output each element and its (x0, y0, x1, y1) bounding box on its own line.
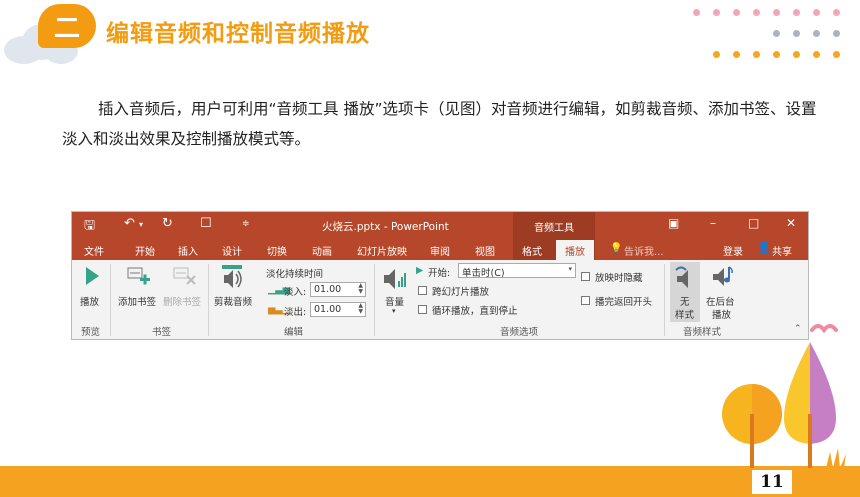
redo-icon[interactable]: ↻ (162, 216, 173, 231)
maximize-icon[interactable]: □ (748, 216, 759, 230)
volume-button[interactable]: 音量 (385, 294, 404, 308)
tab-design[interactable]: 设计 (222, 243, 242, 258)
tab-transitions[interactable]: 切换 (267, 243, 287, 258)
play-in-background-line1[interactable]: 在后台 (706, 294, 735, 308)
title-bar: 🖫 ↶ ▾ ↻ ☐ ≑ 火烧云.pptx - PowerPoint 音频工具 ▣… (72, 212, 808, 238)
fade-in-label: 淡入: (284, 287, 307, 298)
tree-decoration (722, 324, 846, 468)
start-icon: ▶ (416, 265, 424, 276)
start-from-beginning-icon[interactable]: ☐ (200, 216, 212, 231)
trim-audio-icon[interactable] (220, 264, 246, 292)
play-button[interactable]: 播放 (80, 294, 99, 308)
tab-file[interactable]: 文件 (84, 243, 104, 258)
powerpoint-window: 🖫 ↶ ▾ ↻ ☐ ≑ 火烧云.pptx - PowerPoint 音频工具 ▣… (71, 211, 809, 340)
fade-out-label: 淡出: (284, 307, 307, 318)
tab-playback[interactable]: 播放 (556, 240, 594, 260)
close-icon[interactable]: ✕ (786, 216, 796, 230)
tell-me-box[interactable]: 告诉我... (624, 243, 664, 258)
ribbon: 播放 预览 添加书签 删除书签 书签 剪裁音频 淡化持续时间 ▁▃▅ 淡入: 0… (72, 260, 808, 339)
group-label-editing: 编辑 (284, 327, 304, 338)
volume-icon[interactable] (382, 266, 408, 292)
dot-pattern-decoration (0, 0, 860, 70)
start-dropdown[interactable]: 单击时(C) ▾ (458, 263, 576, 279)
window-title: 火烧云.pptx - PowerPoint (322, 221, 449, 233)
trim-audio-button[interactable]: 剪裁音频 (214, 294, 252, 308)
loop-checkbox[interactable] (418, 305, 427, 314)
share-icon[interactable]: 👤 (757, 241, 771, 254)
rewind-label: 播完返回开头 (595, 297, 653, 308)
tab-animations[interactable]: 动画 (312, 243, 332, 258)
tab-view[interactable]: 视图 (475, 243, 495, 258)
hide-during-show-label: 放映时隐藏 (595, 273, 643, 284)
loop-label: 循环播放，直到停止 (432, 306, 518, 317)
group-label-preview: 预览 (81, 327, 101, 338)
customize-qat-icon[interactable]: ≑ (242, 219, 250, 229)
lightbulb-icon: 💡 (610, 243, 623, 254)
play-icon[interactable] (84, 266, 100, 286)
undo-icon[interactable]: ↶ (124, 216, 135, 231)
minimize-icon[interactable]: – (710, 216, 716, 230)
remove-bookmark-button: 删除书签 (163, 297, 202, 308)
body-paragraph-text: 插入音频后，用户可利用“音频工具 播放”选项卡（见图）对音频进行编辑，如剪裁音频… (62, 100, 817, 148)
play-in-background-icon[interactable] (711, 264, 737, 290)
group-label-audio-options: 音频选项 (500, 327, 539, 338)
ribbon-tab-bar: 文件 开始 插入 设计 切换 动画 幻灯片放映 审阅 视图 格式 播放 💡 告诉… (72, 238, 808, 260)
add-bookmark-button[interactable]: 添加书签 (118, 294, 156, 308)
context-tab-group-label: 音频工具 (513, 212, 595, 238)
fade-duration-label: 淡化持续时间 (266, 269, 324, 280)
ribbon-display-options-icon[interactable]: ▣ (668, 216, 679, 230)
tab-home[interactable]: 开始 (135, 243, 155, 258)
group-label-audio-styles: 音频样式 (683, 327, 722, 338)
body-paragraph: 插入音频后，用户可利用“音频工具 播放”选项卡（见图）对音频进行编辑，如剪裁音频… (62, 94, 822, 154)
fade-out-spinner[interactable]: 01.00 ▲ ▼ (310, 302, 366, 317)
volume-dropdown-icon[interactable]: ▾ (392, 307, 396, 315)
tab-format[interactable]: 格式 (522, 243, 542, 258)
play-across-slides-checkbox[interactable] (418, 286, 427, 295)
start-label: 开始: (428, 268, 451, 279)
rewind-checkbox[interactable] (581, 296, 590, 305)
remove-bookmark-icon (173, 267, 196, 285)
undo-dropdown-icon[interactable]: ▾ (139, 220, 143, 229)
tab-review[interactable]: 审阅 (430, 243, 450, 258)
hide-during-show-checkbox[interactable] (581, 272, 590, 281)
no-style-icon[interactable] (673, 264, 697, 290)
add-bookmark-icon[interactable] (126, 266, 152, 288)
chevron-down-icon: ▾ (568, 265, 572, 273)
tab-slideshow[interactable]: 幻灯片放映 (357, 243, 407, 258)
share-button[interactable]: 共享 (772, 243, 792, 258)
fade-in-spinner[interactable]: 01.00 ▲ ▼ (310, 282, 366, 297)
tab-insert[interactable]: 插入 (178, 243, 198, 258)
group-label-bookmarks: 书签 (152, 327, 172, 338)
play-across-slides-label: 跨幻灯片播放 (432, 287, 490, 298)
save-icon[interactable]: 🖫 (84, 216, 95, 238)
no-style-line1[interactable]: 无 (680, 294, 690, 308)
no-style-line2[interactable]: 样式 (675, 307, 694, 321)
sign-in-link[interactable]: 登录 (723, 243, 743, 258)
